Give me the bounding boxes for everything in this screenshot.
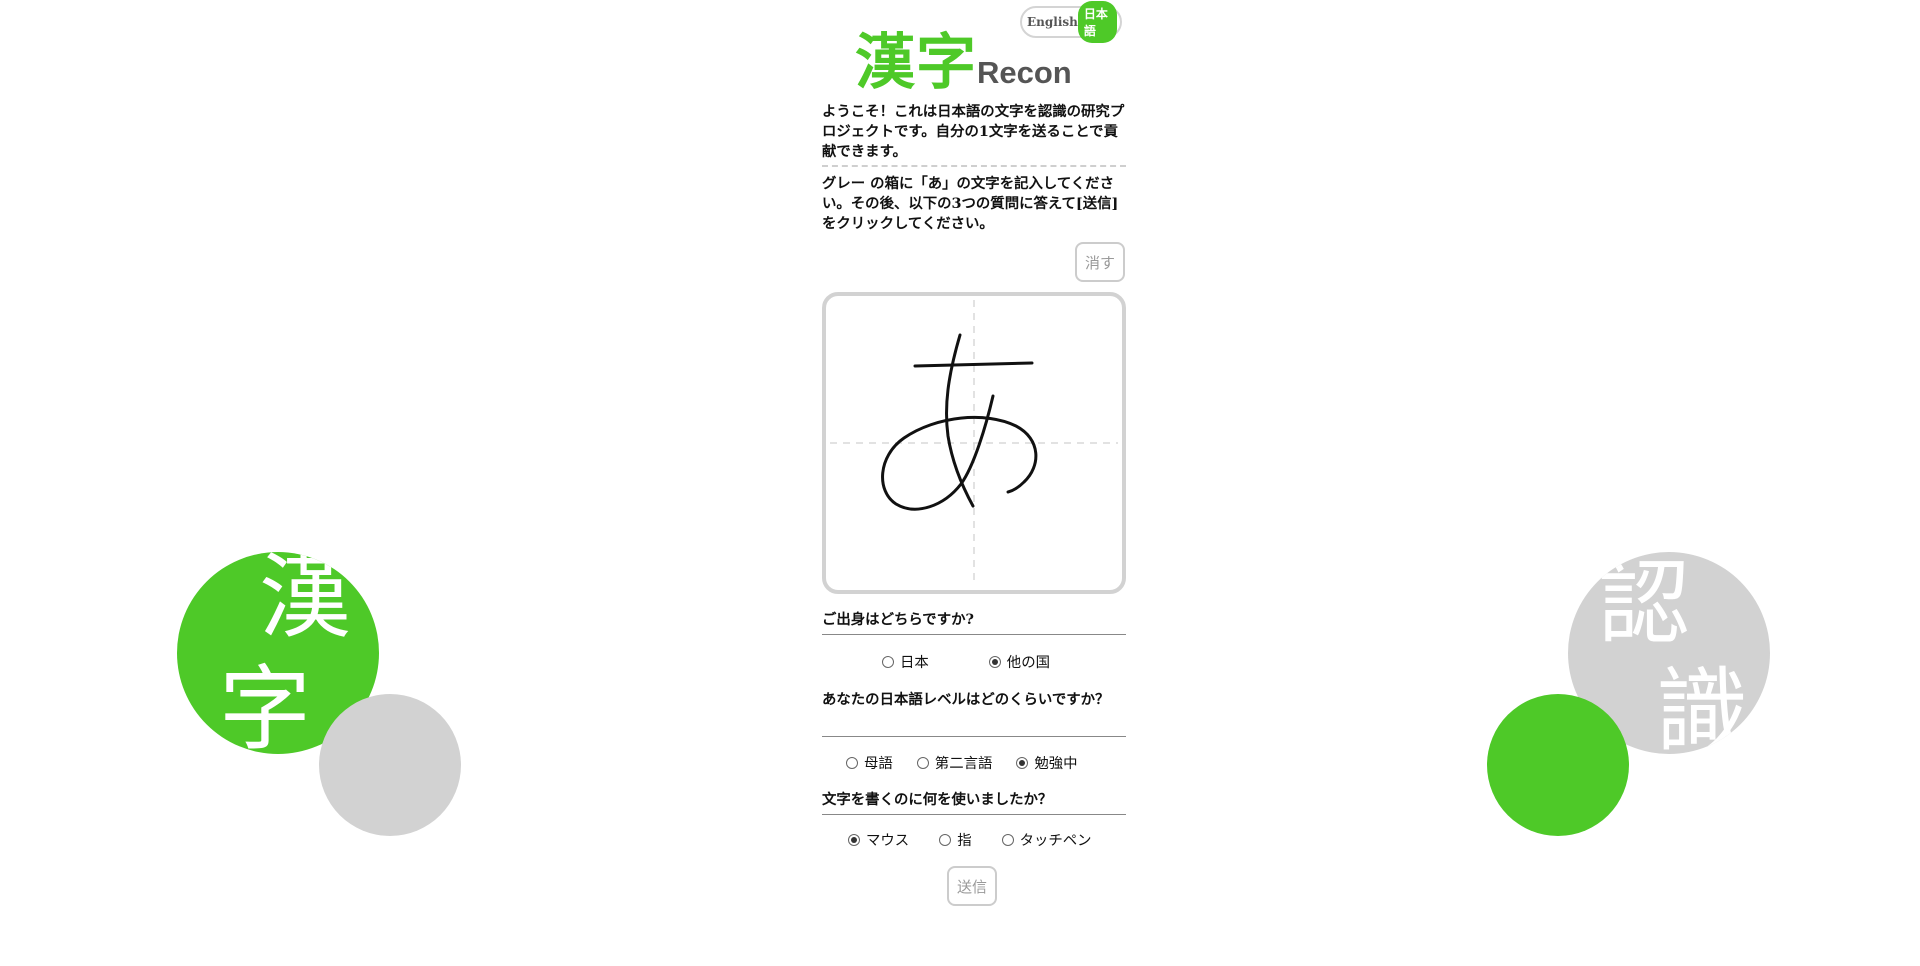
origin-label-japan: 日本	[900, 655, 929, 671]
submit-button[interactable]: 送信	[947, 866, 997, 906]
instructions-text: グレー の箱に「あ」の文字を記入してください。その後、以下の3つの質問に答えて[…	[822, 175, 1119, 232]
question-origin: ご出身はどちらですか?	[822, 611, 974, 628]
level-label-second: 第二言語	[934, 756, 993, 772]
clear-button[interactable]: 消す	[1075, 242, 1125, 282]
device-label-finger: 指	[957, 833, 972, 849]
decor-kanji-kan: 漢	[259, 552, 352, 651]
drawing-canvas[interactable]	[822, 292, 1126, 594]
drawing-surface	[830, 300, 1118, 586]
level-option-second[interactable]: 第二言語	[916, 752, 993, 773]
question-input-device: 文字を書くのに何を使いましたか？	[822, 791, 1053, 808]
origin-radio-japan[interactable]	[882, 655, 894, 668]
question-level: あなたの日本語レベルはどのくらいですか？	[822, 691, 1110, 708]
decor-kanji-shiki: 識	[1656, 658, 1749, 755]
level-radio-second[interactable]	[916, 756, 929, 769]
language-japanese-option[interactable]: 日本語	[1077, 1, 1117, 43]
level-option-studying[interactable]: 勉強中	[1016, 752, 1078, 773]
stroke-loop	[881, 394, 1038, 511]
origin-radio-other[interactable]	[988, 655, 1001, 668]
device-options: マウス 指 タッチペン	[848, 829, 1120, 850]
section-divider	[822, 165, 1126, 167]
level-radio-studying[interactable]	[1016, 756, 1029, 769]
level-radio-native[interactable]	[846, 756, 858, 769]
origin-options: 日本 他の国	[882, 651, 1078, 672]
logo-kanji: 漢字	[855, 28, 977, 98]
device-radio-finger[interactable]	[939, 833, 952, 846]
device-radio-mouse[interactable]	[848, 833, 860, 846]
level-label-native: 母語	[864, 756, 893, 772]
site-logo: 漢字Recon	[855, 14, 1072, 101]
origin-label-other: 他の国	[1006, 655, 1050, 671]
handwritten-stroke	[881, 333, 1038, 511]
question-input-device-rule	[822, 814, 1126, 815]
device-option-stylus[interactable]: タッチペン	[1001, 829, 1092, 850]
origin-option-other[interactable]: 他の国	[988, 651, 1050, 672]
question-origin-rule	[822, 634, 1126, 635]
decor-kanji-nin: 認	[1598, 552, 1691, 657]
device-option-mouse[interactable]: マウス	[848, 829, 909, 850]
device-option-finger[interactable]: 指	[939, 829, 972, 850]
stroke-horizontal	[913, 361, 1034, 368]
decor-gray-circle-left	[319, 694, 461, 836]
level-option-native[interactable]: 母語	[846, 752, 893, 773]
device-label-mouse: マウス	[866, 833, 910, 849]
logo-recon: Recon	[977, 55, 1072, 90]
intro-text: ようこそ！これは日本語の文字を認識の研究プロジェクトです。自分の1文字を送ること…	[822, 103, 1125, 160]
level-label-studying: 勉強中	[1034, 756, 1078, 772]
level-options: 母語 第二言語 勉強中	[846, 752, 1106, 773]
decor-kanji-ji: 字	[219, 656, 312, 755]
device-label-stylus: タッチペン	[1019, 833, 1092, 849]
question-level-rule	[822, 736, 1126, 737]
decor-green-circle-right	[1487, 694, 1629, 836]
device-radio-stylus[interactable]	[1001, 833, 1014, 846]
origin-option-japan[interactable]: 日本	[882, 651, 929, 672]
